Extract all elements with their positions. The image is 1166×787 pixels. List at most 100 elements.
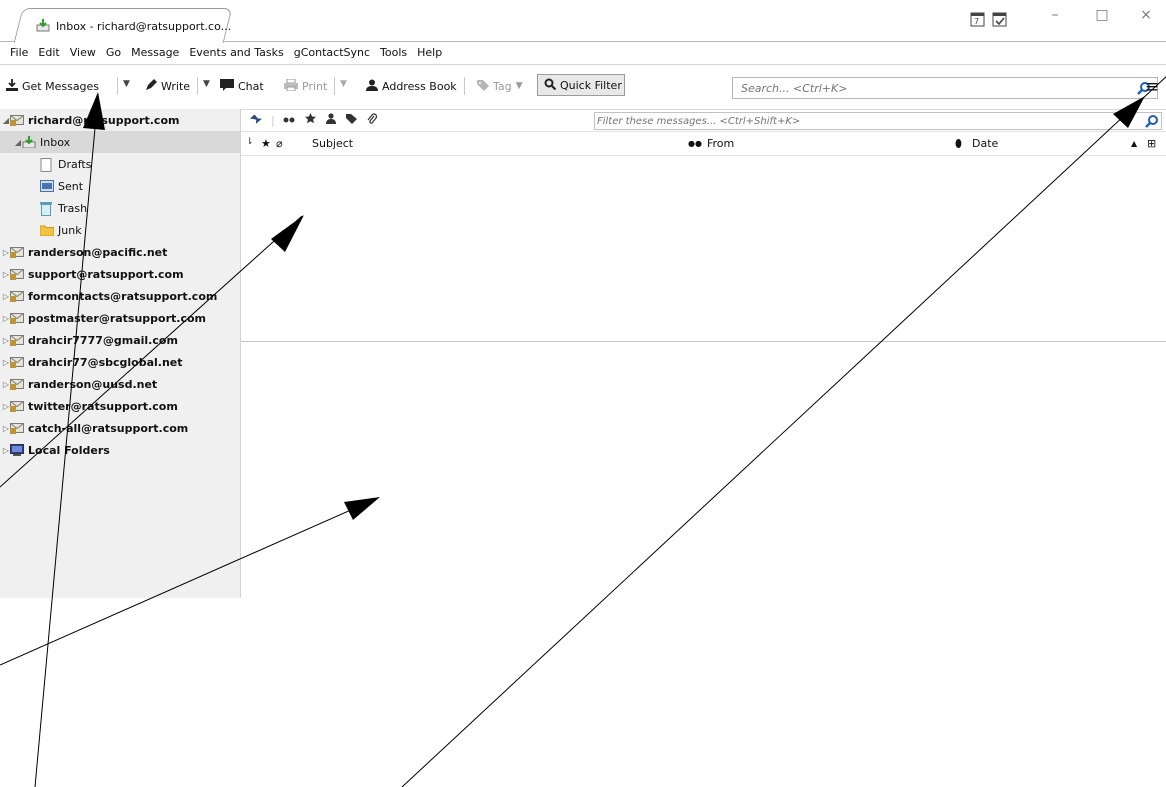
mail-account-icon [10, 422, 24, 434]
starred-filter-icon[interactable] [304, 113, 316, 127]
svg-text:7: 7 [974, 17, 979, 26]
folder-sent[interactable]: Sent [0, 175, 240, 197]
print-button[interactable]: Print [284, 76, 327, 96]
unread-filter-icon[interactable] [283, 114, 295, 127]
get-messages-button[interactable]: Get Messages [6, 76, 99, 96]
account-item[interactable]: ▷ randerson@uusd.net [0, 373, 240, 395]
expand-triangle-icon[interactable]: ▷ [2, 270, 10, 279]
attachment-column-icon[interactable]: ⌀ [276, 137, 283, 150]
menu-bar: File Edit View Go Message Events and Tas… [0, 44, 447, 62]
get-messages-icon [6, 78, 18, 94]
account-item[interactable]: ▷ randerson@pacific.net [0, 241, 240, 263]
calendar-icon[interactable]: 7 [970, 11, 986, 30]
magnifier-icon [544, 78, 557, 93]
mail-account-icon [10, 290, 24, 302]
global-search-box[interactable] [732, 77, 1158, 99]
get-messages-label: Get Messages [22, 79, 100, 93]
expand-triangle-icon[interactable]: ▷ [2, 358, 10, 367]
read-status-column-icon[interactable]: ●● [688, 139, 702, 148]
message-list-header: ⇂ ★ ⌀ Subject ●● From ⬮ Date ▲ ⊞ [241, 133, 1166, 156]
get-messages-dropdown-icon[interactable]: ▼ [123, 79, 130, 89]
menu-file[interactable]: File [5, 44, 33, 62]
tasks-icon[interactable] [992, 11, 1008, 30]
expand-triangle-icon[interactable]: ▷ [2, 446, 10, 455]
toolbar-separator [334, 77, 335, 95]
filter-messages-box[interactable] [594, 112, 1162, 130]
star-column-icon[interactable]: ★ [261, 137, 271, 150]
account-item[interactable]: ▷ twitter@ratsupport.com [0, 395, 240, 417]
mail-account-icon [10, 312, 24, 324]
account-item[interactable]: ▷ support@ratsupport.com [0, 263, 240, 285]
contact-filter-icon[interactable] [325, 113, 336, 127]
menu-view[interactable]: View [65, 44, 101, 62]
minimize-button[interactable]: – [1040, 6, 1070, 26]
menu-gcontactsync[interactable]: gContactSync [289, 44, 375, 62]
account-item[interactable]: ▷ catch-all@ratsupport.com [0, 417, 240, 439]
from-column[interactable]: From [707, 137, 734, 150]
subject-column[interactable]: Subject [312, 137, 353, 150]
expand-triangle-icon[interactable]: ▷ [2, 292, 10, 301]
filter-search-icon[interactable] [1145, 114, 1159, 131]
collapse-triangle-icon[interactable]: ◢ [14, 138, 22, 147]
tag-button[interactable]: Tag ▼ [477, 76, 523, 96]
chat-icon [220, 78, 234, 94]
account-richard[interactable]: ◢ richard@ratsupport.com [0, 109, 240, 131]
tag-dropdown-icon: ▼ [515, 81, 523, 91]
message-list[interactable] [241, 155, 1166, 341]
toolbar-separator [197, 77, 198, 95]
column-picker-icon[interactable]: ⊞ [1147, 137, 1156, 150]
address-book-button[interactable]: Address Book [366, 76, 457, 96]
expand-triangle-icon[interactable]: ▷ [2, 248, 10, 257]
address-book-icon [366, 79, 378, 94]
tags-filter-icon[interactable] [345, 113, 357, 127]
filter-messages-input[interactable] [595, 114, 1119, 128]
inbox-tab-content[interactable]: Inbox - richard@ratsupport.co... [36, 16, 231, 36]
folder-junk[interactable]: Junk [0, 219, 240, 241]
account-item[interactable]: ▷ postmaster@ratsupport.com [0, 307, 240, 329]
mail-account-icon [10, 378, 24, 390]
menu-message[interactable]: Message [126, 44, 184, 62]
app-menu-icon[interactable]: ≡ [1142, 76, 1162, 98]
maximize-button[interactable]: □ [1087, 6, 1117, 26]
chat-button[interactable]: Chat [220, 76, 264, 96]
menu-help[interactable]: Help [412, 44, 447, 62]
print-dropdown-icon[interactable]: ▼ [340, 79, 347, 89]
write-dropdown-icon[interactable]: ▼ [203, 79, 210, 89]
account-item[interactable]: ▷ drahcir77@sbcglobal.net [0, 351, 240, 373]
qf-separator: | [271, 113, 275, 127]
mail-account-icon [10, 246, 24, 258]
printer-icon [284, 78, 298, 94]
expand-triangle-icon[interactable]: ▷ [2, 402, 10, 411]
account-local-folders[interactable]: ▷ Local Folders [0, 439, 240, 461]
menu-events-and-tasks[interactable]: Events and Tasks [184, 44, 288, 62]
junk-status-column-icon[interactable]: ⬮ [955, 137, 962, 151]
expand-triangle-icon[interactable]: ▷ [2, 314, 10, 323]
folder-label: drahcir7777@gmail.com [28, 333, 178, 347]
account-item[interactable]: ▷ drahcir7777@gmail.com [0, 329, 240, 351]
folder-drafts[interactable]: Drafts [0, 153, 240, 175]
expand-triangle-icon[interactable]: ▷ [2, 336, 10, 345]
expand-triangle-icon[interactable]: ▷ [2, 424, 10, 433]
quick-filter-button[interactable]: Quick Filter [537, 74, 625, 96]
account-item[interactable]: ▷ formcontacts@ratsupport.com [0, 285, 240, 307]
folder-trash[interactable]: Trash [0, 197, 240, 219]
drafts-icon [40, 158, 54, 172]
collapse-triangle-icon[interactable]: ◢ [2, 116, 10, 125]
pencil-icon [145, 78, 157, 94]
global-search-input[interactable] [733, 80, 1123, 96]
write-button[interactable]: Write [145, 76, 190, 96]
folder-label: catch-all@ratsupport.com [28, 421, 189, 435]
folder-label: twitter@ratsupport.com [28, 399, 178, 413]
menu-tools[interactable]: Tools [375, 44, 412, 62]
folder-label: Inbox [40, 135, 71, 149]
attachment-filter-icon[interactable] [367, 112, 377, 128]
menu-go[interactable]: Go [101, 44, 126, 62]
expand-triangle-icon[interactable]: ▷ [2, 380, 10, 389]
sticky-pin-icon[interactable] [249, 112, 265, 129]
junk-folder-icon [39, 224, 55, 237]
folder-inbox[interactable]: ◢ Inbox [0, 131, 240, 153]
menu-edit[interactable]: Edit [33, 44, 64, 62]
close-button[interactable]: × [1131, 6, 1161, 26]
thread-column-icon[interactable]: ⇂ [246, 137, 254, 147]
date-column[interactable]: Date [972, 137, 998, 150]
